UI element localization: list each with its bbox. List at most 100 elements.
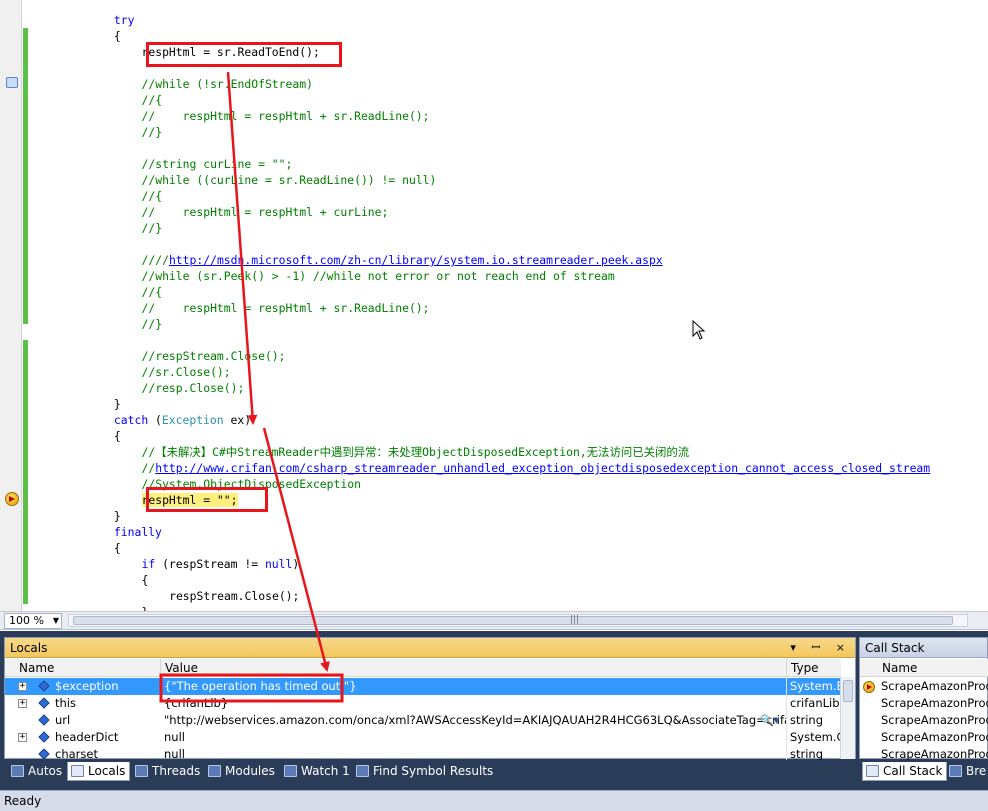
locals-header: Name Value Type — [5, 659, 841, 677]
code-editor[interactable]: try{respHtml = sr.ReadToEnd();//while (!… — [0, 0, 988, 612]
code-line[interactable]: //} — [142, 220, 163, 236]
expand-icon[interactable]: + — [18, 682, 27, 691]
locals-row[interactable]: url "http://webservices.amazon.com/onca/x… — [5, 712, 841, 729]
local-value[interactable]: {"The operation has timed out."} — [161, 678, 787, 695]
code-token: //} — [141, 125, 163, 139]
code-line[interactable]: try — [114, 12, 135, 28]
code-line[interactable]: { — [114, 540, 121, 556]
code-line[interactable]: //【未解决】C#中StreamReader中遇到异常：未处理ObjectDis… — [142, 444, 690, 460]
code-line[interactable]: respStream.Close(); — [169, 588, 299, 604]
code-line[interactable]: // respHtml = respHtml + sr.ReadLine(); — [142, 108, 430, 124]
local-value[interactable]: "http://webservices.amazon.com/onca/xml?… — [161, 712, 787, 729]
code-line[interactable]: //sr.Close(); — [142, 364, 231, 380]
locals-row[interactable]: + $exception {"The operation has timed out… — [5, 678, 841, 695]
scrollbar-thumb[interactable] — [843, 680, 853, 702]
code-token: null — [264, 557, 293, 571]
code-line[interactable]: // respHtml = respHtml + sr.ReadLine(); — [142, 300, 430, 316]
code-line[interactable]: //string curLine = ""; — [142, 156, 293, 172]
watch-icon — [284, 765, 297, 777]
bookmark-icon[interactable] — [6, 77, 18, 88]
tab-locals[interactable]: Locals — [67, 762, 131, 781]
status-bar: Ready — [0, 790, 988, 811]
code-token: //while ((curLine = sr.ReadLine()) != nu… — [141, 173, 437, 187]
autos-icon — [11, 765, 24, 777]
code-line[interactable]: if (respStream != null) — [142, 556, 300, 572]
editor-gutter[interactable] — [0, 0, 22, 611]
scrollbar-thumb[interactable]: ||| — [73, 615, 953, 625]
variable-icon — [38, 748, 50, 760]
code-token: } — [113, 509, 121, 523]
code-token: ( — [148, 413, 162, 427]
tab-modules[interactable]: Modules — [205, 762, 275, 781]
expand-icon[interactable]: + — [18, 733, 27, 742]
code-line[interactable]: //respStream.Close(); — [142, 348, 286, 364]
zoom-combo[interactable]: 100 % ▼ — [4, 613, 62, 629]
col-type[interactable]: Type — [787, 659, 841, 677]
expand-icon[interactable]: + — [18, 699, 27, 708]
local-name: $exception — [55, 679, 119, 693]
code-token: { — [141, 573, 149, 587]
horizontal-scrollbar[interactable]: ||| — [68, 614, 968, 627]
locals-row[interactable]: + this {crifanLib} crifanLib — [5, 695, 841, 712]
code-line[interactable]: } — [114, 508, 121, 524]
locals-title-bar[interactable]: Locals ▾ ꟷ × — [5, 638, 855, 658]
code-token: respStream.Close(); — [169, 589, 300, 603]
code-line[interactable]: } — [142, 604, 149, 611]
code-line[interactable]: finally — [114, 524, 162, 540]
tab-threads[interactable]: Threads — [132, 762, 200, 781]
tab-watch-1[interactable]: Watch 1 — [281, 762, 350, 781]
local-value[interactable]: {crifanLib} — [161, 695, 787, 712]
callstack-row[interactable]: ScrapeAmazonProduct — [860, 678, 988, 695]
callstack-window[interactable]: Call Stack Name ScrapeAmazonProduct Scrap… — [859, 637, 988, 761]
code-line[interactable]: { — [142, 572, 149, 588]
text-visualizer-icon[interactable]: 🔍▾ — [760, 712, 779, 729]
locals-title: Locals — [10, 641, 48, 655]
code-token: if — [141, 557, 156, 571]
local-type: System.Collections — [790, 730, 841, 744]
callstack-row[interactable]: ScrapeAmazonProduct — [860, 729, 988, 746]
code-line[interactable]: //} — [142, 316, 163, 332]
code-line[interactable]: ////http://msdn.microsoft.com/zh-cn/libr… — [142, 252, 663, 268]
code-line[interactable]: //{ — [142, 284, 163, 300]
window-tools[interactable]: ▾ ꟷ × — [790, 638, 851, 658]
local-name: url — [55, 713, 71, 727]
tab-find-symbol-results[interactable]: Find Symbol Results — [353, 762, 493, 781]
code-link[interactable]: http://www.crifan.com/csharp_streamreade… — [155, 461, 930, 475]
col-value[interactable]: Value — [161, 659, 787, 677]
code-line[interactable]: //while (sr.Peek() > -1) //while not err… — [142, 268, 615, 284]
local-value[interactable]: null — [161, 729, 787, 746]
tab-autos[interactable]: Autos — [8, 762, 62, 781]
chevron-down-icon[interactable]: ▼ — [53, 614, 59, 628]
tab-breakpoints[interactable]: Bre — [946, 762, 986, 781]
code-token: //// — [141, 253, 169, 267]
code-token: ex) — [223, 413, 252, 427]
status-text: Ready — [4, 794, 42, 808]
locals-vscrollbar[interactable] — [840, 677, 855, 759]
col-name[interactable]: Name — [878, 659, 988, 677]
code-line[interactable]: catch (Exception ex) — [114, 412, 251, 428]
locals-row[interactable]: + headerDict nullSystem.Collections — [5, 729, 841, 746]
modules-icon — [208, 765, 221, 777]
code-line[interactable]: //resp.Close(); — [142, 380, 245, 396]
code-link[interactable]: http://msdn.microsoft.com/zh-cn/library/… — [169, 253, 663, 267]
tab-call-stack[interactable]: Call Stack — [862, 762, 948, 781]
code-line[interactable]: //http://www.crifan.com/csharp_streamrea… — [142, 460, 931, 476]
callstack-row[interactable]: ScrapeAmazonProduct — [860, 695, 988, 712]
code-line[interactable]: //} — [142, 124, 163, 140]
col-name[interactable]: Name — [5, 659, 161, 677]
code-line[interactable]: { — [114, 28, 121, 44]
code-token: //resp.Close(); — [141, 381, 245, 395]
code-line[interactable]: { — [114, 428, 121, 444]
code-line[interactable]: } — [114, 396, 121, 412]
threads-icon — [135, 765, 148, 777]
code-token: ) — [292, 557, 300, 571]
callstack-row[interactable]: ScrapeAmazonProduct — [860, 712, 988, 729]
code-line[interactable]: //while (!sr.EndOfStream) — [142, 76, 313, 92]
code-token: } — [113, 397, 121, 411]
code-line[interactable]: // respHtml = respHtml + curLine; — [142, 204, 389, 220]
code-line[interactable]: //{ — [142, 188, 163, 204]
locals-window[interactable]: Locals ▾ ꟷ × Name Value Type + $exception… — [4, 637, 856, 763]
code-line[interactable]: //{ — [142, 92, 163, 108]
code-line[interactable]: //while ((curLine = sr.ReadLine()) != nu… — [142, 172, 437, 188]
callstack-title-bar[interactable]: Call Stack — [860, 638, 987, 658]
